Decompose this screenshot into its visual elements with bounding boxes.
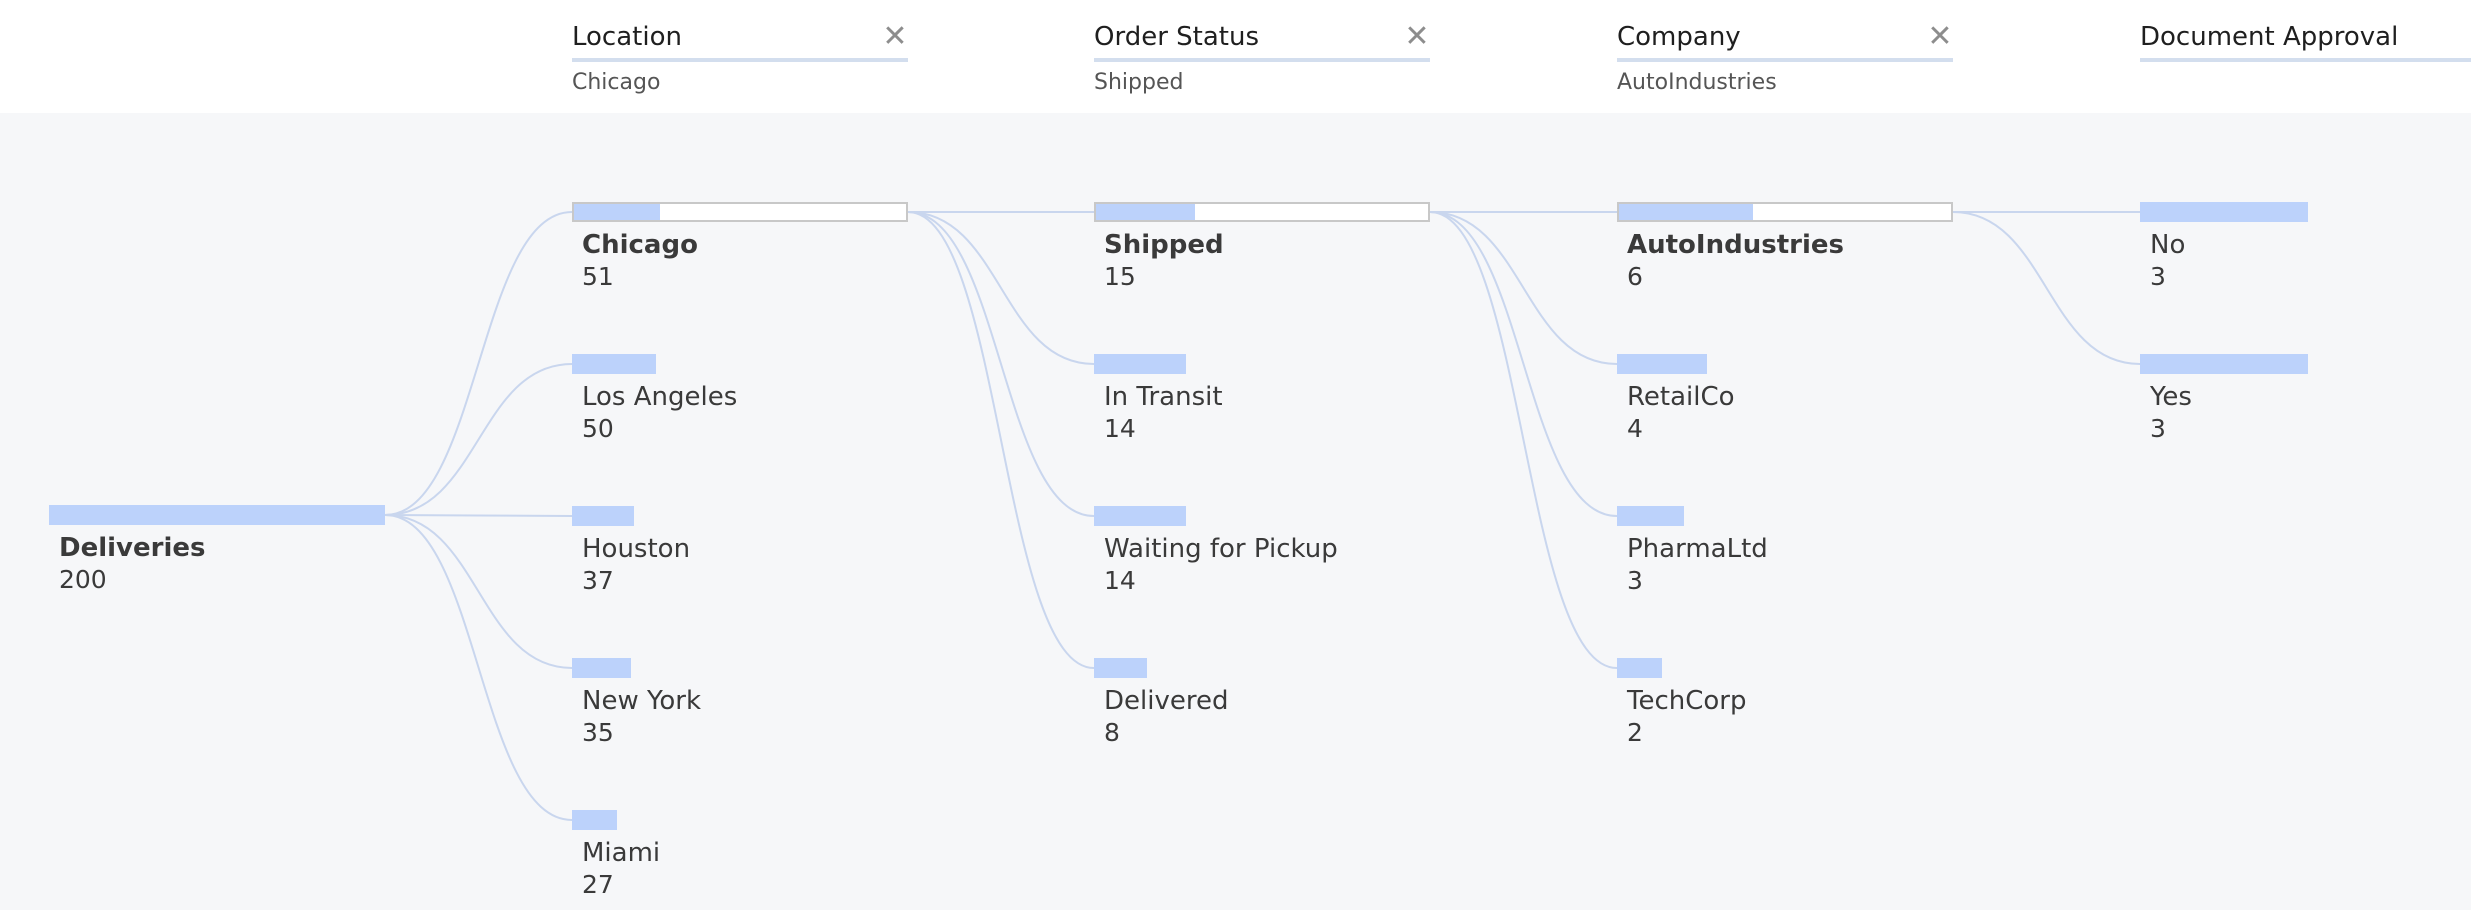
node-label: Miami (582, 838, 661, 868)
node-count: 2 (1627, 718, 1643, 747)
link-location-chicago (384, 211, 573, 516)
link-location-houston (384, 514, 573, 517)
link-location-new-york (384, 514, 573, 669)
link-company-pharmaltd (1429, 211, 1618, 517)
node-label: Los Angeles (582, 382, 738, 412)
node-bar (1094, 506, 1186, 526)
node-count: 51 (582, 262, 614, 291)
node-bar (1094, 202, 1430, 222)
node-label: No (2150, 230, 2186, 260)
node-label: Deliveries (59, 533, 206, 563)
node-bar-fill (572, 658, 631, 678)
node-bar (2140, 202, 2308, 222)
node-label: RetailCo (1627, 382, 1735, 412)
node-bar (2140, 354, 2308, 374)
link-company-retailco (1429, 211, 1618, 365)
node-label: Shipped (1104, 230, 1224, 260)
node-bar-fill (572, 810, 617, 830)
tree-node-techcorp[interactable]: TechCorp 2 (1617, 658, 1953, 758)
node-label: TechCorp (1627, 686, 1747, 716)
tree-node-houston[interactable]: Houston 37 (572, 506, 908, 606)
node-bar (1617, 354, 1707, 374)
link-order-status-waiting-for-pickup (907, 211, 1095, 517)
link-location-los-angeles (384, 363, 573, 516)
node-label: In Transit (1104, 382, 1223, 412)
tree-node-chicago[interactable]: Chicago 51 (572, 202, 908, 302)
node-label: PharmaLtd (1627, 534, 1768, 564)
node-count: 8 (1104, 718, 1120, 747)
node-label: New York (582, 686, 702, 716)
node-count: 14 (1104, 566, 1136, 595)
node-bar-fill (574, 204, 660, 220)
node-bar-fill (1617, 658, 1662, 678)
node-bar (1617, 658, 1662, 678)
node-bar-fill (49, 505, 385, 525)
tree-node-deliveries[interactable]: Deliveries 200 (49, 505, 385, 605)
node-bar (572, 658, 631, 678)
node-label: AutoIndustries (1627, 230, 1844, 260)
node-bar (1617, 202, 1953, 222)
tree-node-no[interactable]: No 3 (2140, 202, 2471, 302)
link-order-status-in-transit (907, 211, 1095, 365)
node-bar (572, 506, 634, 526)
node-bar-fill (2140, 202, 2308, 222)
node-label: Yes (2150, 382, 2192, 412)
link-document-approval-yes (1952, 211, 2141, 365)
node-bar-fill (1617, 354, 1707, 374)
node-count: 3 (2150, 262, 2166, 291)
tree-node-yes[interactable]: Yes 3 (2140, 354, 2471, 454)
tree-node-autoindustries[interactable]: AutoIndustries 6 (1617, 202, 1953, 302)
tree-node-miami[interactable]: Miami 27 (572, 810, 908, 910)
node-bar (49, 505, 385, 525)
node-bar (572, 202, 908, 222)
node-count: 50 (582, 414, 614, 443)
node-label: Houston (582, 534, 691, 564)
node-count: 200 (59, 565, 107, 594)
tree-node-shipped[interactable]: Shipped 15 (1094, 202, 1430, 302)
tree-node-pharmaltd[interactable]: PharmaLtd 3 (1617, 506, 1953, 606)
node-count: 35 (582, 718, 614, 747)
tree-node-retailco[interactable]: RetailCo 4 (1617, 354, 1953, 454)
node-bar (1094, 658, 1147, 678)
tree-node-waiting-for-pickup[interactable]: Waiting for Pickup 14 (1094, 506, 1430, 606)
node-count: 15 (1104, 262, 1136, 291)
node-count: 6 (1627, 262, 1643, 291)
tree-node-delivered[interactable]: Delivered 8 (1094, 658, 1430, 758)
tree-node-new-york[interactable]: New York 35 (572, 658, 908, 758)
node-label: Delivered (1104, 686, 1229, 716)
node-count: 3 (2150, 414, 2166, 443)
node-bar-fill (1094, 658, 1147, 678)
node-label: Chicago (582, 230, 698, 260)
node-bar (1094, 354, 1186, 374)
node-count: 37 (582, 566, 614, 595)
node-bar-fill (1619, 204, 1753, 220)
node-bar-fill (1617, 506, 1684, 526)
node-count: 27 (582, 870, 614, 899)
link-order-status-delivered (907, 211, 1095, 669)
node-count: 3 (1627, 566, 1643, 595)
link-company-techcorp (1429, 211, 1618, 669)
node-bar (1617, 506, 1684, 526)
node-count: 14 (1104, 414, 1136, 443)
node-bar-fill (1096, 204, 1195, 220)
link-location-miami (384, 514, 573, 821)
node-bar-fill (2140, 354, 2308, 374)
node-bar-fill (1094, 354, 1186, 374)
node-bar-fill (572, 354, 656, 374)
node-label: Waiting for Pickup (1104, 534, 1338, 564)
node-bar (572, 354, 656, 374)
node-bar (572, 810, 617, 830)
tree-node-in-transit[interactable]: In Transit 14 (1094, 354, 1430, 454)
node-bar-fill (1094, 506, 1186, 526)
node-count: 4 (1627, 414, 1643, 443)
decomposition-tree: Deliveries 200 Chicago 51 Los Angeles 50 Houst… (0, 0, 2471, 902)
tree-node-los-angeles[interactable]: Los Angeles 50 (572, 354, 908, 454)
node-bar-fill (572, 506, 634, 526)
